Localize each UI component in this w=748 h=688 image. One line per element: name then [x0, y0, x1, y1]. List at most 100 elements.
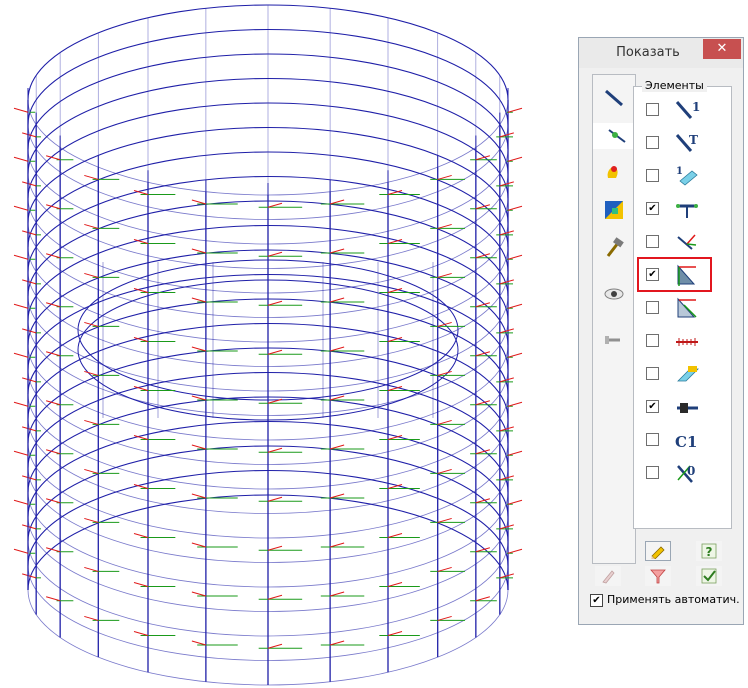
- element-checkbox[interactable]: [646, 334, 659, 347]
- load-icon: [607, 166, 618, 178]
- axis-arrow-y: [507, 303, 523, 309]
- axis-arrow-y: [267, 300, 283, 306]
- auto-apply-label: Применять автоматич.: [607, 593, 740, 606]
- tab-wrench[interactable]: [595, 327, 633, 353]
- filter-icon: [650, 569, 666, 584]
- element-number-icon: 1: [675, 100, 700, 119]
- axis-arrow-y: [329, 591, 345, 597]
- axis-arrow-y: [191, 640, 207, 646]
- edit-button[interactable]: [645, 541, 671, 561]
- axis-arrow-y: [387, 631, 403, 637]
- axis-arrow-y: [437, 272, 452, 278]
- apply-button[interactable]: [696, 566, 722, 586]
- element-option-extruded-section[interactable]: [634, 361, 731, 389]
- section-orientation-icon: [676, 204, 698, 218]
- element-option-element-type[interactable]: T: [634, 130, 731, 158]
- element-checkbox[interactable]: [646, 466, 659, 479]
- tab-colormap[interactable]: [595, 197, 633, 223]
- element-option-rigid-insert[interactable]: ✔: [634, 394, 731, 422]
- hammer-icon: [606, 237, 624, 257]
- window-titlebar[interactable]: Показать ✕: [579, 38, 743, 68]
- element-checkbox[interactable]: [646, 367, 659, 380]
- axis-arrow-y: [507, 156, 523, 162]
- tab-bar-element[interactable]: [595, 85, 633, 111]
- axis-arrow-y: [13, 107, 29, 113]
- element-option-zero-elements[interactable]: 0: [634, 460, 731, 488]
- axis-arrow-y: [13, 499, 29, 505]
- axis-arrow-y: [191, 248, 207, 254]
- axis-arrow-y: [13, 401, 29, 407]
- element-checkbox[interactable]: [646, 136, 659, 149]
- element-option-section-orientation[interactable]: ✔: [634, 196, 731, 224]
- element-option-local-axes[interactable]: [634, 229, 731, 257]
- cylindrical-shell-model[interactable]: [0, 0, 540, 688]
- element-checkbox[interactable]: [646, 235, 659, 248]
- svg-text:C1: C1: [675, 433, 697, 451]
- axis-arrow-y: [329, 248, 345, 254]
- element-checkbox[interactable]: ✔: [646, 400, 659, 413]
- element-checkbox[interactable]: ✔: [646, 202, 659, 215]
- tab-hammer[interactable]: [595, 235, 633, 261]
- axis-arrow-y: [133, 582, 149, 588]
- clear-button[interactable]: [595, 566, 621, 586]
- axis-arrow-y: [13, 450, 29, 456]
- dimension-line-icon: [676, 338, 698, 346]
- axis-arrow-y: [84, 174, 99, 180]
- category-tabs: [592, 74, 641, 564]
- axis-arrow-y: [437, 517, 452, 523]
- axis-arrow-y: [475, 596, 490, 602]
- stiffness-type-icon: 1: [676, 166, 698, 186]
- element-checkbox[interactable]: [646, 103, 659, 116]
- apply-check-icon: [701, 568, 717, 584]
- extruded-section-icon: [677, 366, 699, 382]
- elements-group-label: Элементы: [642, 79, 707, 92]
- axis-arrow-y: [84, 272, 99, 278]
- svg-text:?: ?: [706, 545, 713, 559]
- element-option-element-number[interactable]: 1: [634, 97, 731, 125]
- axis-arrow-y: [84, 468, 99, 474]
- bar-element-icon: [605, 89, 623, 107]
- axis-arrow-y: [84, 517, 99, 523]
- axis-arrow-y: [13, 352, 29, 358]
- node-element-icon: [608, 129, 626, 143]
- element-option-dimension-line[interactable]: [634, 328, 731, 356]
- axis-arrow-y: [191, 199, 207, 205]
- axis-arrow-y: [84, 321, 99, 327]
- axis-arrow-y: [191, 297, 207, 303]
- filter-button[interactable]: [645, 566, 671, 586]
- plate-axes-outline-icon: [677, 297, 697, 318]
- element-option-construction-label[interactable]: C1: [634, 427, 731, 455]
- axis-arrow-y: [507, 352, 523, 358]
- axis-arrow-y: [437, 370, 452, 376]
- element-checkbox[interactable]: [646, 169, 659, 182]
- axis-arrow-y: [437, 223, 452, 229]
- axis-arrow-y: [329, 444, 345, 450]
- help-button[interactable]: ?: [696, 541, 722, 561]
- axis-arrow-y: [507, 107, 523, 113]
- axis-arrow-y: [267, 447, 283, 453]
- axis-arrow-y: [507, 205, 523, 211]
- axis-arrow-y: [437, 566, 452, 572]
- element-option-stiffness-type[interactable]: 1: [634, 163, 731, 191]
- axis-arrow-y: [13, 205, 29, 211]
- element-type-icon: T: [675, 133, 698, 152]
- axis-arrow-y: [437, 615, 452, 621]
- element-checkbox[interactable]: [646, 301, 659, 314]
- axis-arrow-y: [84, 566, 99, 572]
- axis-arrow-y: [437, 468, 452, 474]
- colormap-icon: [605, 201, 623, 219]
- window-title: Показать: [616, 45, 680, 60]
- tab-eye[interactable]: [595, 281, 633, 307]
- elements-group: Элементы 1 T 1 ✔ ✔ ✔ C1 0: [633, 79, 732, 529]
- axis-arrow-y: [387, 582, 403, 588]
- close-button[interactable]: ✕: [703, 39, 741, 59]
- axis-arrow-y: [267, 496, 283, 502]
- axis-arrow-y: [267, 545, 283, 551]
- tab-load[interactable]: [595, 159, 633, 185]
- auto-apply-checkbox[interactable]: ✔: [590, 594, 603, 607]
- axis-arrow-y: [191, 346, 207, 352]
- element-checkbox[interactable]: [646, 433, 659, 446]
- axis-arrow-y: [507, 499, 523, 505]
- element-option-plate-axes-outline[interactable]: [634, 295, 731, 323]
- axis-arrow-y: [267, 349, 283, 355]
